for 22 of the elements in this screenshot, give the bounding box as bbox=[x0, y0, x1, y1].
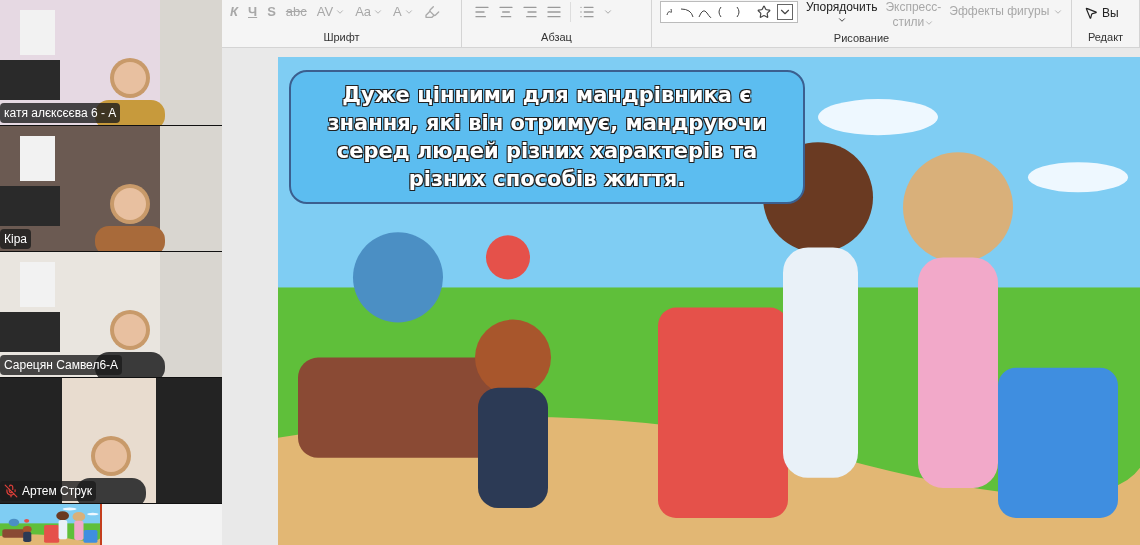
align-icon[interactable] bbox=[498, 4, 514, 20]
ribbon-button[interactable]: Упорядочить bbox=[806, 0, 878, 25]
participant-name: Сарецян Самвел6-А bbox=[4, 357, 119, 374]
quote-text: Дуже цінними для мандрівника є знання, які він отримує, мандруючи серед людей різних характерів та різних способів життя. bbox=[327, 82, 767, 193]
align-icon[interactable] bbox=[474, 4, 490, 20]
group-label: Шрифт bbox=[322, 29, 361, 45]
caret-icon bbox=[836, 15, 847, 25]
group-label: Рисование bbox=[832, 31, 891, 46]
participant-name: Кіра bbox=[4, 231, 27, 248]
more-icon[interactable] bbox=[777, 4, 793, 20]
highlighter-icon[interactable] bbox=[423, 3, 440, 20]
list-icon[interactable] bbox=[579, 4, 595, 20]
group-label: Абзац bbox=[540, 29, 573, 45]
shapes-gallery[interactable] bbox=[660, 1, 798, 23]
align-icon[interactable] bbox=[522, 4, 538, 20]
align-icon[interactable] bbox=[546, 4, 562, 20]
caret-icon bbox=[603, 7, 613, 17]
select-button[interactable]: Вы bbox=[1084, 4, 1119, 22]
cursor-icon bbox=[1084, 6, 1098, 20]
star-icon bbox=[757, 5, 771, 19]
group-label: Редакт bbox=[1086, 29, 1125, 45]
participant-name: катя алєксєєва 6 - А bbox=[4, 105, 117, 122]
